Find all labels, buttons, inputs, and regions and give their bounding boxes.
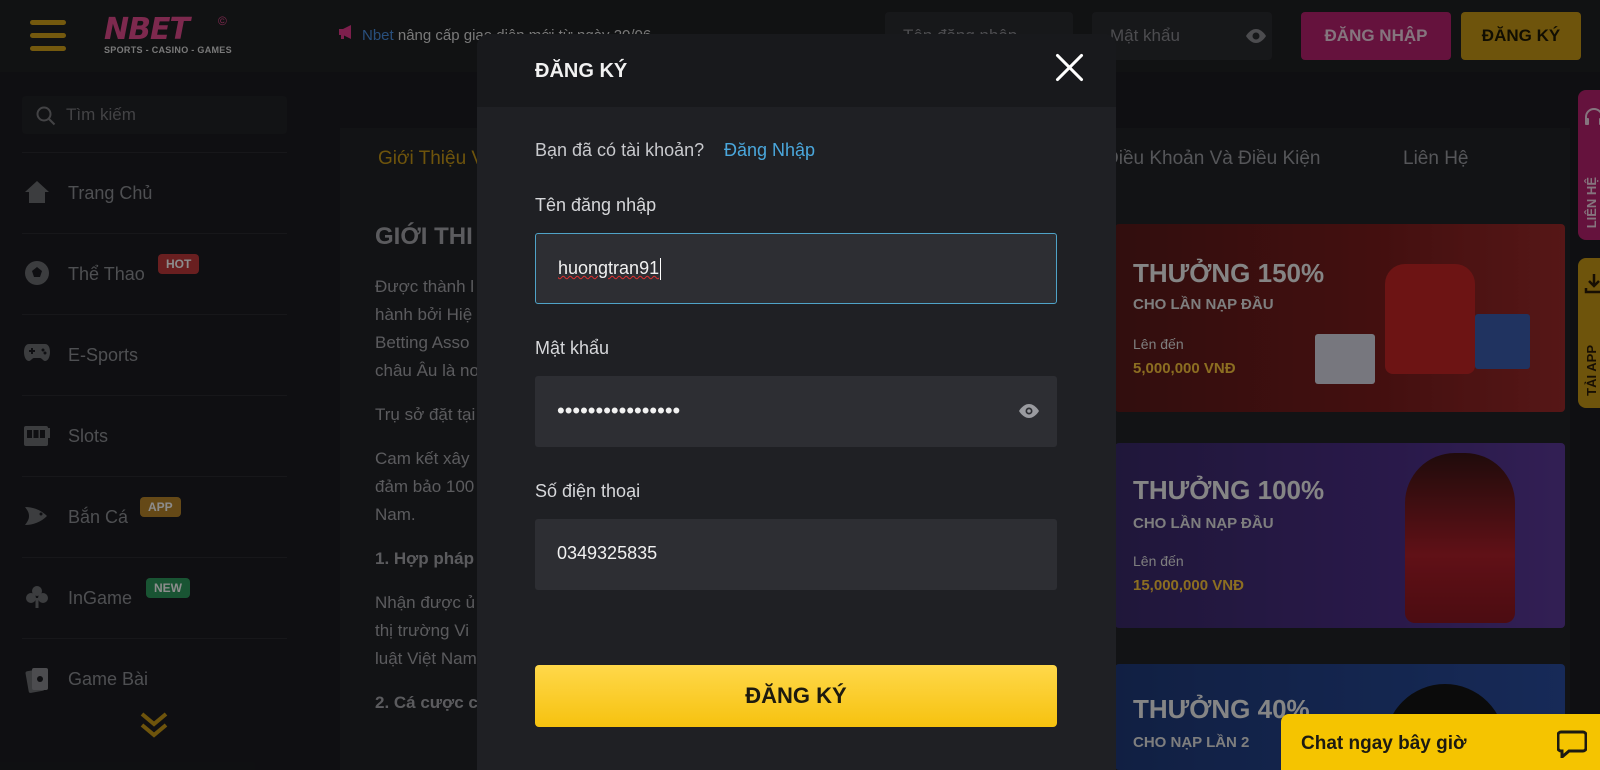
- live-chat-widget[interactable]: Chat ngay bây giờ: [1281, 714, 1600, 770]
- username-value: huongtran91: [558, 258, 662, 281]
- phone-value: 0349325835: [557, 543, 658, 563]
- modal-title: ĐĂNG KÝ: [535, 60, 628, 82]
- password-field[interactable]: ••••••••••••••••: [535, 376, 1057, 447]
- phone-field[interactable]: 0349325835: [535, 519, 1057, 590]
- have-account-text: Bạn đã có tài khoản?: [535, 140, 705, 160]
- chat-bubble-icon: [1556, 730, 1588, 763]
- username-field[interactable]: huongtran91: [535, 233, 1057, 304]
- password-value: ••••••••••••••••: [557, 398, 681, 423]
- modal-header: ĐĂNG KÝ: [477, 34, 1116, 107]
- register-submit-button[interactable]: ĐĂNG KÝ: [535, 665, 1057, 727]
- username-label: Tên đăng nhập: [535, 195, 657, 215]
- page: NBET © SPORTS - CASINO - GAMES Nbet nâng…: [0, 0, 1600, 770]
- username-text: huongtran91: [558, 258, 660, 278]
- login-link[interactable]: Đăng Nhập: [724, 140, 815, 161]
- password-label: Mật khẩu: [535, 338, 610, 358]
- register-modal: ĐĂNG KÝ Bạn đã có tài khoản? Đăng Nhập T…: [477, 34, 1116, 770]
- chat-label: Chat ngay bây giờ: [1301, 733, 1467, 754]
- show-password-icon[interactable]: [1017, 403, 1041, 424]
- text-caret: [660, 258, 662, 281]
- phone-label: Số điện thoại: [535, 481, 641, 501]
- close-icon[interactable]: [1053, 51, 1085, 83]
